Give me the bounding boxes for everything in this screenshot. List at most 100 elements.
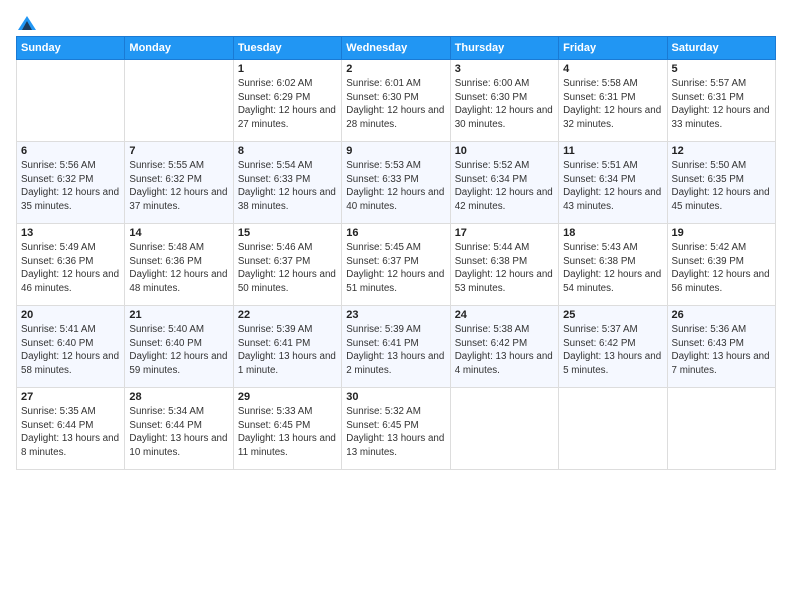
calendar-cell: 30 Sunrise: 5:32 AM Sunset: 6:45 PM Dayli… [342, 388, 450, 470]
weekday-header-friday: Friday [559, 37, 667, 60]
day-info: Sunrise: 5:57 AM Sunset: 6:31 PM Dayligh… [672, 77, 771, 132]
day-info: Sunrise: 5:46 AM Sunset: 6:37 PM Dayligh… [238, 241, 337, 296]
calendar-cell: 11 Sunrise: 5:51 AM Sunset: 6:34 PM Dayli… [559, 142, 667, 224]
day-info: Sunrise: 5:42 AM Sunset: 6:39 PM Dayligh… [672, 241, 771, 296]
weekday-header-tuesday: Tuesday [233, 37, 341, 60]
calendar-cell: 3 Sunrise: 6:00 AM Sunset: 6:30 PM Daylig… [450, 60, 558, 142]
calendar-cell: 7 Sunrise: 5:55 AM Sunset: 6:32 PM Daylig… [125, 142, 233, 224]
day-number: 16 [346, 227, 445, 239]
day-info: Sunrise: 5:49 AM Sunset: 6:36 PM Dayligh… [21, 241, 120, 296]
day-number: 28 [129, 391, 228, 403]
calendar: SundayMondayTuesdayWednesdayThursdayFrid… [16, 36, 776, 470]
day-number: 23 [346, 309, 445, 321]
day-number: 15 [238, 227, 337, 239]
day-number: 3 [455, 63, 554, 75]
day-info: Sunrise: 5:40 AM Sunset: 6:40 PM Dayligh… [129, 323, 228, 378]
calendar-cell [125, 60, 233, 142]
calendar-cell: 14 Sunrise: 5:48 AM Sunset: 6:36 PM Dayli… [125, 224, 233, 306]
day-info: Sunrise: 5:32 AM Sunset: 6:45 PM Dayligh… [346, 405, 445, 460]
calendar-cell: 16 Sunrise: 5:45 AM Sunset: 6:37 PM Dayli… [342, 224, 450, 306]
weekday-header-wednesday: Wednesday [342, 37, 450, 60]
day-info: Sunrise: 5:35 AM Sunset: 6:44 PM Dayligh… [21, 405, 120, 460]
day-number: 8 [238, 145, 337, 157]
day-info: Sunrise: 5:55 AM Sunset: 6:32 PM Dayligh… [129, 159, 228, 214]
day-info: Sunrise: 5:39 AM Sunset: 6:41 PM Dayligh… [346, 323, 445, 378]
calendar-cell: 8 Sunrise: 5:54 AM Sunset: 6:33 PM Daylig… [233, 142, 341, 224]
calendar-cell: 21 Sunrise: 5:40 AM Sunset: 6:40 PM Dayli… [125, 306, 233, 388]
day-info: Sunrise: 5:50 AM Sunset: 6:35 PM Dayligh… [672, 159, 771, 214]
day-info: Sunrise: 5:54 AM Sunset: 6:33 PM Dayligh… [238, 159, 337, 214]
calendar-cell: 17 Sunrise: 5:44 AM Sunset: 6:38 PM Dayli… [450, 224, 558, 306]
day-number: 6 [21, 145, 120, 157]
day-info: Sunrise: 5:38 AM Sunset: 6:42 PM Dayligh… [455, 323, 554, 378]
day-number: 29 [238, 391, 337, 403]
day-info: Sunrise: 5:37 AM Sunset: 6:42 PM Dayligh… [563, 323, 662, 378]
day-number: 13 [21, 227, 120, 239]
calendar-cell [17, 60, 125, 142]
day-number: 1 [238, 63, 337, 75]
day-info: Sunrise: 5:44 AM Sunset: 6:38 PM Dayligh… [455, 241, 554, 296]
calendar-cell: 9Sunrise: 5:53 AM Sunset: 6:33 PM Daylig… [342, 142, 450, 224]
day-info: Sunrise: 5:43 AM Sunset: 6:38 PM Dayligh… [563, 241, 662, 296]
day-info: Sunrise: 6:02 AM Sunset: 6:29 PM Dayligh… [238, 77, 337, 132]
day-number: 11 [563, 145, 662, 157]
day-number: 18 [563, 227, 662, 239]
calendar-cell: 1 Sunrise: 6:02 AM Sunset: 6:29 PM Daylig… [233, 60, 341, 142]
day-info: Sunrise: 5:36 AM Sunset: 6:43 PM Dayligh… [672, 323, 771, 378]
calendar-cell [559, 388, 667, 470]
day-number: 26 [672, 309, 771, 321]
day-number: 2 [346, 63, 445, 75]
day-number: 20 [21, 309, 120, 321]
calendar-cell: 22 Sunrise: 5:39 AM Sunset: 6:41 PM Dayli… [233, 306, 341, 388]
calendar-cell: 4 Sunrise: 5:58 AM Sunset: 6:31 PM Daylig… [559, 60, 667, 142]
weekday-header-thursday: Thursday [450, 37, 558, 60]
calendar-cell: 2 Sunrise: 6:01 AM Sunset: 6:30 PM Daylig… [342, 60, 450, 142]
day-number: 14 [129, 227, 228, 239]
calendar-cell: 15 Sunrise: 5:46 AM Sunset: 6:37 PM Dayli… [233, 224, 341, 306]
day-number: 24 [455, 309, 554, 321]
day-info: Sunrise: 5:52 AM Sunset: 6:34 PM Dayligh… [455, 159, 554, 214]
day-info: Sunrise: 5:45 AM Sunset: 6:37 PM Dayligh… [346, 241, 445, 296]
day-info: Sunrise: 5:33 AM Sunset: 6:45 PM Dayligh… [238, 405, 337, 460]
weekday-header-monday: Monday [125, 37, 233, 60]
calendar-cell: 12 Sunrise: 5:50 AM Sunset: 6:35 PM Dayli… [667, 142, 775, 224]
day-number: 4 [563, 63, 662, 75]
calendar-cell: 26 Sunrise: 5:36 AM Sunset: 6:43 PM Dayli… [667, 306, 775, 388]
calendar-cell [667, 388, 775, 470]
day-number: 21 [129, 309, 228, 321]
day-number: 10 [455, 145, 554, 157]
calendar-cell: 6 Sunrise: 5:56 AM Sunset: 6:32 PM Daylig… [17, 142, 125, 224]
calendar-cell: 28 Sunrise: 5:34 AM Sunset: 6:44 PM Dayli… [125, 388, 233, 470]
calendar-cell: 29 Sunrise: 5:33 AM Sunset: 6:45 PM Dayli… [233, 388, 341, 470]
calendar-cell: 27 Sunrise: 5:35 AM Sunset: 6:44 PM Dayli… [17, 388, 125, 470]
calendar-cell: 5 Sunrise: 5:57 AM Sunset: 6:31 PM Daylig… [667, 60, 775, 142]
day-info: Sunrise: 5:51 AM Sunset: 6:34 PM Dayligh… [563, 159, 662, 214]
day-number: 30 [346, 391, 445, 403]
calendar-cell: 25 Sunrise: 5:37 AM Sunset: 6:42 PM Dayli… [559, 306, 667, 388]
calendar-cell: 18 Sunrise: 5:43 AM Sunset: 6:38 PM Dayli… [559, 224, 667, 306]
day-info: Sunrise: 5:56 AM Sunset: 6:32 PM Dayligh… [21, 159, 120, 214]
header [16, 16, 776, 26]
logo [16, 16, 36, 26]
day-info: Sunrise: 6:00 AM Sunset: 6:30 PM Dayligh… [455, 77, 554, 132]
calendar-cell: 13 Sunrise: 5:49 AM Sunset: 6:36 PM Dayli… [17, 224, 125, 306]
day-number: 9 [346, 145, 445, 157]
day-number: 12 [672, 145, 771, 157]
day-info: Sunrise: 5:58 AM Sunset: 6:31 PM Dayligh… [563, 77, 662, 132]
day-info: Sunrise: 5:48 AM Sunset: 6:36 PM Dayligh… [129, 241, 228, 296]
calendar-cell: 20Sunrise: 5:41 AM Sunset: 6:40 PM Dayli… [17, 306, 125, 388]
day-number: 19 [672, 227, 771, 239]
day-info: Sunrise: 6:01 AM Sunset: 6:30 PM Dayligh… [346, 77, 445, 132]
calendar-cell: 10 Sunrise: 5:52 AM Sunset: 6:34 PM Dayli… [450, 142, 558, 224]
day-info: Sunrise: 5:39 AM Sunset: 6:41 PM Dayligh… [238, 323, 337, 378]
weekday-header-sunday: Sunday [17, 37, 125, 60]
day-number: 5 [672, 63, 771, 75]
calendar-cell [450, 388, 558, 470]
calendar-cell: 24 Sunrise: 5:38 AM Sunset: 6:42 PM Dayli… [450, 306, 558, 388]
day-number: 17 [455, 227, 554, 239]
day-number: 25 [563, 309, 662, 321]
day-number: 7 [129, 145, 228, 157]
day-info: Sunrise: 5:34 AM Sunset: 6:44 PM Dayligh… [129, 405, 228, 460]
day-number: 27 [21, 391, 120, 403]
day-number: 22 [238, 309, 337, 321]
